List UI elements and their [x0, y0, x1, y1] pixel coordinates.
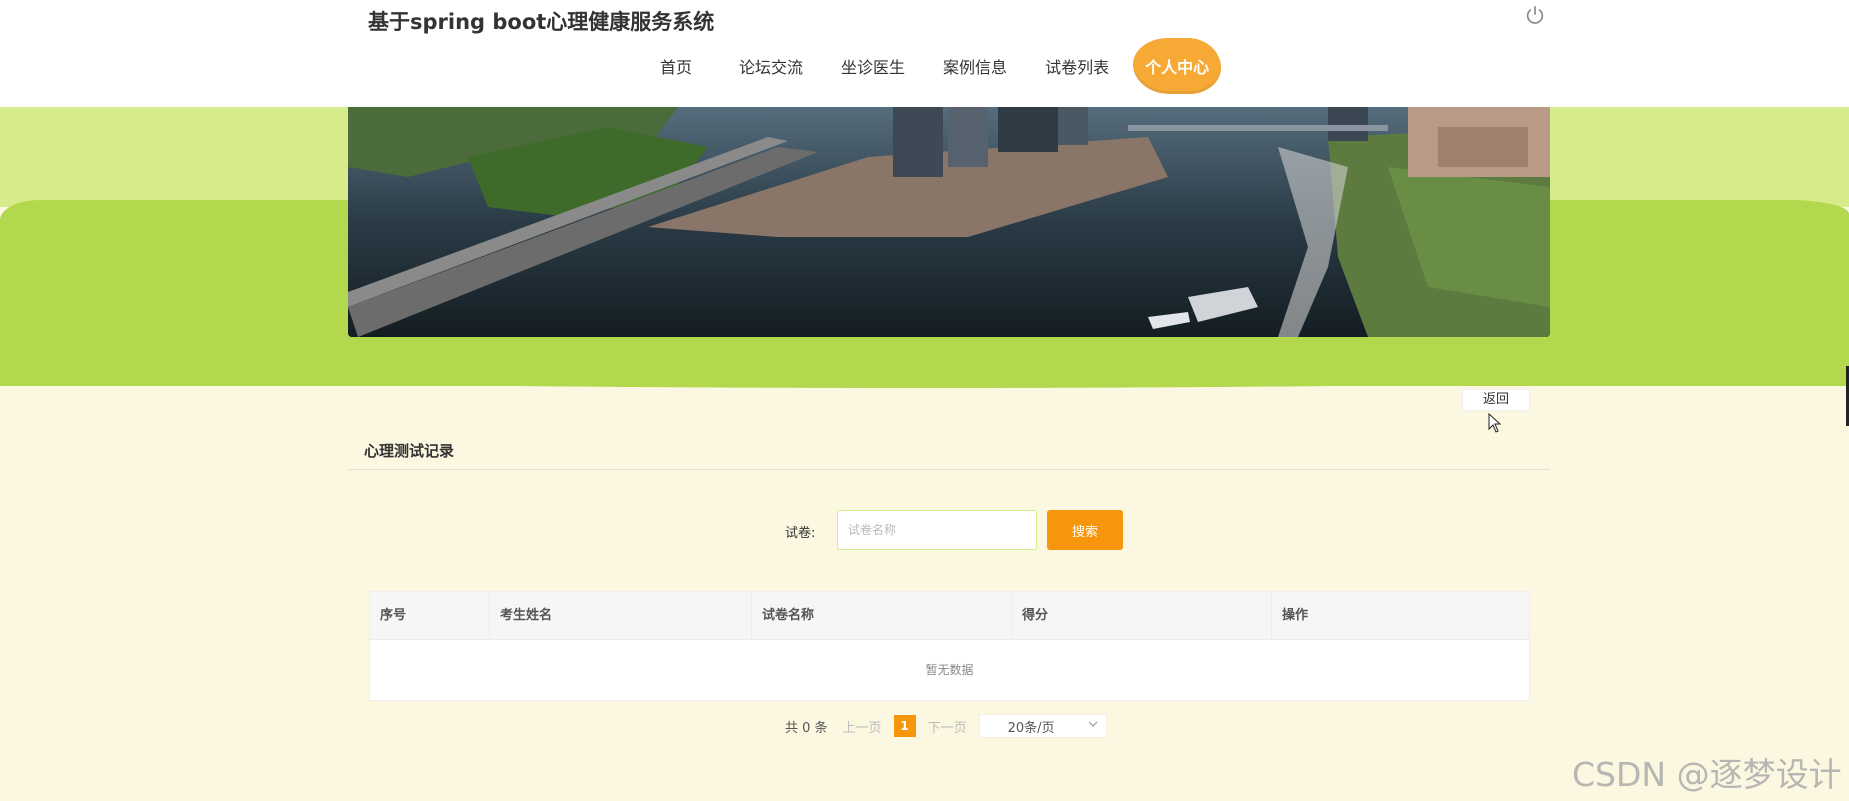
nav-home[interactable]: 首页 — [660, 54, 692, 78]
page-size-value: 20条/页 — [1007, 720, 1055, 736]
pagination: 共 0 条 上一页 1 下一页 20条/页 — [785, 714, 1107, 738]
power-icon[interactable] — [1524, 4, 1546, 26]
nav-forum[interactable]: 论坛交流 — [739, 54, 803, 78]
pagination-prev-button[interactable]: 上一页 — [843, 717, 882, 736]
nav-doctors[interactable]: 坐诊医生 — [841, 54, 905, 78]
main-nav: 首页 论坛交流 坐诊医生 案例信息 试卷列表 个人中心 — [660, 38, 1222, 94]
banner-image — [348, 107, 1550, 337]
nav-personal-center[interactable]: 个人中心 — [1133, 38, 1222, 94]
search-button[interactable]: 搜索 — [1047, 510, 1123, 550]
pagination-total: 共 0 条 — [785, 720, 828, 736]
column-header-score: 得分 — [1012, 592, 1272, 639]
search-label: 试卷: — [785, 526, 816, 541]
section-divider — [348, 469, 1550, 470]
section-title: 心理测试记录 — [364, 442, 455, 460]
chevron-down-icon — [1088, 721, 1098, 727]
column-header-paper-name: 试卷名称 — [752, 592, 1012, 639]
column-header-examinee-name: 考生姓名 — [490, 592, 752, 639]
page-size-select[interactable]: 20条/页 — [978, 714, 1107, 738]
pagination-page-1[interactable]: 1 — [893, 715, 916, 737]
test-records-table: 序号 考生姓名 试卷名称 得分 操作 暂无数据 — [369, 591, 1530, 701]
paper-name-search-input[interactable] — [837, 510, 1037, 550]
column-header-actions: 操作 — [1282, 608, 1309, 623]
site-title: 基于spring boot心理健康服务系统 — [368, 10, 715, 34]
watermark: CSDN @逐梦设计 — [1572, 755, 1842, 794]
mouse-cursor-icon — [1488, 413, 1502, 433]
nav-cases[interactable]: 案例信息 — [943, 54, 1007, 78]
table-header: 序号 考生姓名 试卷名称 得分 操作 — [370, 592, 1529, 640]
table-empty-text: 暂无数据 — [925, 663, 974, 677]
column-header-index: 序号 — [370, 592, 490, 639]
header: 基于spring boot心理健康服务系统 首页 论坛交流 坐诊医生 案例信息 … — [0, 0, 1849, 107]
return-button[interactable]: 返回 — [1462, 389, 1530, 411]
pagination-next-button[interactable]: 下一页 — [928, 717, 967, 736]
nav-papers[interactable]: 试卷列表 — [1045, 54, 1109, 78]
